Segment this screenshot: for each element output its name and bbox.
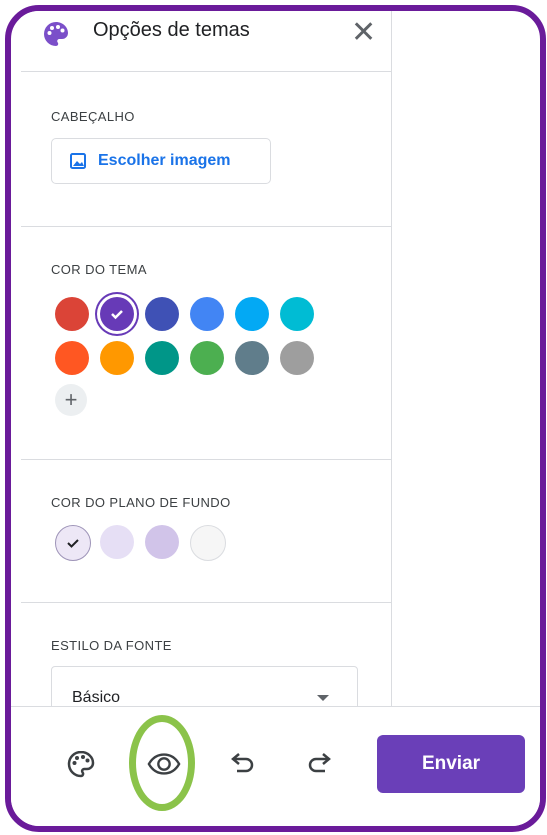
choose-image-button[interactable]: Escolher imagem <box>51 138 271 184</box>
theme-color-swatch[interactable] <box>145 341 179 375</box>
choose-image-label: Escolher imagem <box>98 152 231 169</box>
palette-icon <box>41 19 71 49</box>
preview-highlight-circle <box>129 715 195 811</box>
close-icon[interactable]: ✕ <box>351 13 376 53</box>
theme-color-swatch[interactable] <box>190 297 224 331</box>
panel-header: Opções de temas ✕ <box>21 11 391 72</box>
theme-options-panel: Opções de temas ✕ CABEÇALHO Escolher ima… <box>21 11 392 723</box>
redo-icon[interactable] <box>303 747 337 781</box>
theme-color-swatch[interactable] <box>145 297 179 331</box>
customize-theme-icon[interactable] <box>64 747 98 781</box>
footer-toolbar: Enviar <box>11 706 540 826</box>
theme-color-swatch[interactable] <box>55 341 89 375</box>
undo-icon[interactable] <box>225 747 259 781</box>
background-color-swatch[interactable] <box>145 525 179 559</box>
check-icon <box>100 297 134 331</box>
add-custom-color-button[interactable]: + <box>55 384 87 416</box>
panel-title: Opções de temas <box>93 19 250 41</box>
background-color-swatch[interactable] <box>190 525 226 561</box>
background-color-swatch[interactable] <box>100 525 134 559</box>
send-button[interactable]: Enviar <box>377 735 525 793</box>
font-style-value: Básico <box>72 689 121 706</box>
dropdown-arrow-icon <box>317 695 329 701</box>
theme-color-swatch[interactable] <box>280 341 314 375</box>
theme-color-swatch[interactable] <box>100 297 134 331</box>
background-color-label: COR DO PLANO DE FUNDO <box>51 495 231 510</box>
font-style-label: ESTILO DA FONTE <box>51 638 172 653</box>
theme-options-frame: Opções de temas ✕ CABEÇALHO Escolher ima… <box>5 5 546 832</box>
image-icon <box>70 153 86 169</box>
theme-color-swatch[interactable] <box>280 297 314 331</box>
theme-color-swatch[interactable] <box>235 297 269 331</box>
theme-color-label: COR DO TEMA <box>51 262 147 277</box>
header-section-label: CABEÇALHO <box>51 109 135 124</box>
theme-color-swatch[interactable] <box>55 297 89 331</box>
background-color-swatch[interactable] <box>55 525 91 561</box>
theme-color-swatch[interactable] <box>235 341 269 375</box>
theme-color-swatch[interactable] <box>190 341 224 375</box>
theme-color-swatch[interactable] <box>100 341 134 375</box>
check-icon <box>56 526 90 560</box>
